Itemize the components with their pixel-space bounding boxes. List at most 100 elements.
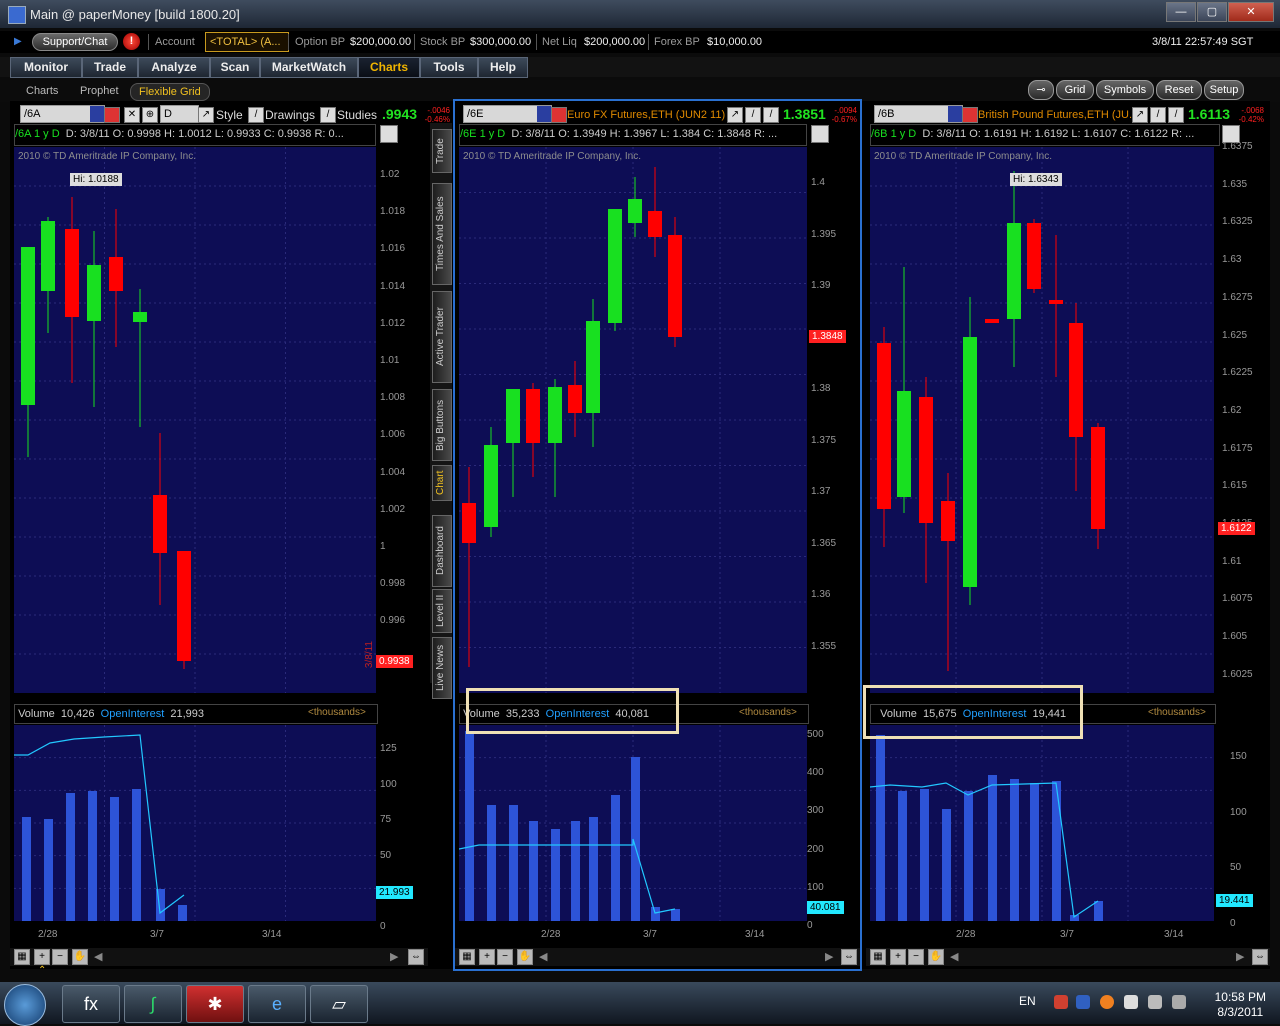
zoom-in-icon[interactable]: + <box>890 949 906 965</box>
style-icon[interactable]: ↗ <box>727 107 743 123</box>
volume-icon[interactable] <box>1172 995 1186 1009</box>
volume-plot[interactable] <box>14 725 376 921</box>
subtab-flexible-grid[interactable]: Flexible Grid <box>130 83 210 101</box>
account-selector[interactable]: <TOTAL> (A... <box>205 32 289 52</box>
drawings-icon[interactable]: / <box>1150 107 1166 123</box>
pan-icon[interactable]: ✋ <box>928 949 944 965</box>
close-button[interactable]: ✕ <box>1228 2 1274 22</box>
support-chat-button[interactable]: Support/Chat <box>32 33 118 51</box>
sidebar-tab-active-trader[interactable]: Active Trader <box>432 291 452 383</box>
style-icon[interactable]: ↗ <box>1132 107 1148 123</box>
symbol-selector[interactable]: /6B <box>874 105 963 123</box>
studies-icon[interactable]: / <box>320 107 336 123</box>
studies-menu[interactable]: Studies <box>337 108 377 122</box>
zoom-in-icon[interactable]: + <box>34 949 50 965</box>
tab-scan[interactable]: Scan <box>210 57 260 78</box>
scroll-left-icon[interactable]: ◀ <box>94 950 102 963</box>
tab-charts[interactable]: Charts <box>358 57 420 78</box>
pan-icon[interactable]: ✋ <box>517 949 533 965</box>
style-icon[interactable]: ↗ <box>198 107 214 123</box>
tab-trade[interactable]: Trade <box>82 57 138 78</box>
drawings-menu[interactable]: Drawings <box>265 108 315 122</box>
scroll-left-icon[interactable]: ◀ <box>950 950 958 963</box>
language-indicator[interactable]: EN <box>1019 994 1036 1008</box>
system-clock[interactable]: 10:58 PM 8/3/2011 <box>1215 990 1266 1020</box>
fit-icon[interactable]: ⇔ <box>408 949 424 965</box>
grid-icon[interactable]: ▦ <box>14 949 30 965</box>
style-menu[interactable]: Style <box>216 108 243 122</box>
sidebar-tab-dashboard[interactable]: Dashboard <box>432 515 452 587</box>
zoom-in-icon[interactable]: + <box>479 949 495 965</box>
tab-marketwatch[interactable]: MarketWatch <box>260 57 358 78</box>
alert-icon[interactable]: ! <box>123 33 140 50</box>
price-plot[interactable]: 2010 © TD Ameritrade IP Company, Inc. Hi… <box>870 147 1214 693</box>
sidebar-tab-chart[interactable]: Chart <box>432 465 452 501</box>
link-icon[interactable] <box>962 107 978 123</box>
link-icon[interactable] <box>551 107 567 123</box>
sidebar-tab-trade[interactable]: Trade <box>432 129 452 173</box>
start-button[interactable] <box>4 984 46 1026</box>
symbol-selector[interactable]: /6A <box>20 105 105 123</box>
sidebar-tab-big-buttons[interactable]: Big Buttons <box>432 389 452 461</box>
drawings-icon[interactable]: / <box>248 107 264 123</box>
subtab-charts[interactable]: Charts <box>26 83 58 99</box>
scroll-left-icon[interactable]: ◀ <box>539 950 547 963</box>
maximize-button[interactable]: ▢ <box>1197 2 1227 22</box>
volume-plot[interactable] <box>459 725 807 921</box>
key-icon[interactable]: ⊸ <box>1028 80 1054 100</box>
scroll-right-icon[interactable]: ▶ <box>390 950 398 963</box>
volume-plot[interactable] <box>870 725 1214 921</box>
dropdown-icon[interactable] <box>537 106 551 122</box>
tab-tools[interactable]: Tools <box>420 57 478 78</box>
dropdown-icon[interactable] <box>948 106 962 122</box>
drawings-icon[interactable]: / <box>745 107 761 123</box>
tray-icon[interactable] <box>1100 995 1114 1009</box>
fit-icon[interactable]: ⇔ <box>841 949 857 965</box>
settings-icon[interactable]: ✕ <box>124 107 140 123</box>
tab-analyze[interactable]: Analyze <box>138 57 210 78</box>
taskbar-app-icon[interactable]: ▱ <box>310 985 368 1023</box>
zoom-out-icon[interactable]: − <box>908 949 924 965</box>
reset-button[interactable]: Reset <box>1156 80 1202 100</box>
grid-icon[interactable]: ▦ <box>870 949 886 965</box>
zoom-out-icon[interactable]: − <box>52 949 68 965</box>
sidebar-tab-level-ii[interactable]: Level II <box>432 589 452 633</box>
scroll-right-icon[interactable]: ▶ <box>1236 950 1244 963</box>
sidebar-tab-times-and-sales[interactable]: Times And Sales <box>432 183 452 285</box>
grid-icon[interactable]: ▦ <box>459 949 475 965</box>
sidebar-tab-live-news[interactable]: Live News <box>432 637 452 699</box>
symbol-selector[interactable]: /6E <box>463 105 552 123</box>
fit-icon[interactable]: ⇔ <box>1252 949 1268 965</box>
taskbar-app-icon[interactable]: ∫ <box>124 985 182 1023</box>
taskbar-fx-app[interactable]: fx <box>62 985 120 1023</box>
network-icon[interactable] <box>1148 995 1162 1009</box>
collapse-chevron-icon[interactable]: ⌃ <box>38 965 46 976</box>
expand-arrow-icon[interactable]: ▶ <box>14 36 22 47</box>
price-plot[interactable]: 2010 © TD Ameritrade IP Company, Inc. Hi… <box>14 147 376 693</box>
symbols-button[interactable]: Symbols <box>1096 80 1154 100</box>
minimize-button[interactable]: — <box>1166 2 1196 22</box>
studies-icon[interactable]: / <box>1168 107 1184 123</box>
link-icon[interactable] <box>104 107 120 123</box>
subtab-prophet[interactable]: Prophet <box>80 83 119 99</box>
taskbar-ie-icon[interactable]: e <box>248 985 306 1023</box>
scroll-right-icon[interactable]: ▶ <box>825 950 833 963</box>
studies-icon[interactable]: / <box>763 107 779 123</box>
pan-icon[interactable]: ✋ <box>72 949 88 965</box>
period-selector[interactable]: D <box>160 105 199 123</box>
tray-icon[interactable] <box>1054 995 1068 1009</box>
tab-monitor[interactable]: Monitor <box>10 57 82 78</box>
zoom-icon[interactable]: ⊕ <box>142 107 158 123</box>
price-plot[interactable]: 2010 © TD Ameritrade IP Company, Inc. <box>459 147 807 693</box>
dropdown-icon[interactable] <box>90 106 104 122</box>
taskbar-thinkorswim-icon[interactable]: ✱ <box>186 985 244 1023</box>
setup-button[interactable]: Setup <box>1204 80 1244 100</box>
flag-icon[interactable] <box>1124 995 1138 1009</box>
tab-help[interactable]: Help <box>478 57 528 78</box>
last-price-tag: 0.9938 <box>376 655 413 668</box>
zoom-out-icon[interactable]: − <box>497 949 513 965</box>
chart-style-icon[interactable] <box>380 125 398 143</box>
tray-icon[interactable] <box>1076 995 1090 1009</box>
chart-style-icon[interactable] <box>811 125 829 143</box>
grid-button[interactable]: Grid <box>1056 80 1094 100</box>
